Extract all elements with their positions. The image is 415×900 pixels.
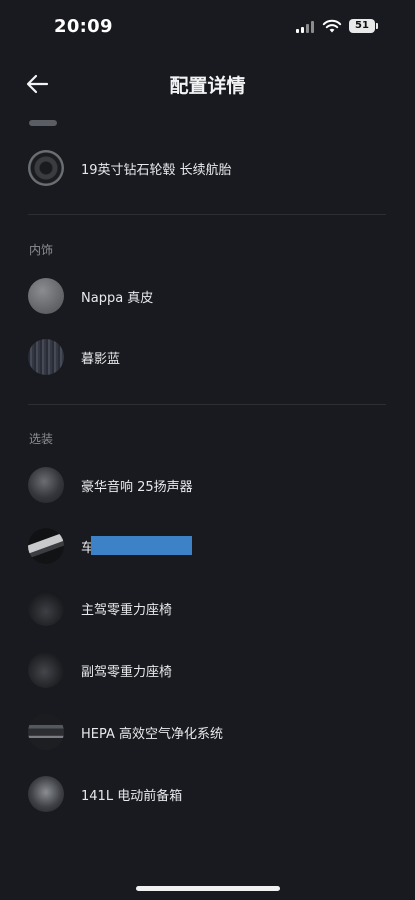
scrolled-item-remnant [29, 120, 57, 126]
wifi-icon [322, 19, 342, 33]
config-item-audio: 豪华音响 25扬声器 [28, 467, 388, 505]
frunk-thumbnail [28, 776, 64, 812]
battery-icon: 51 [349, 19, 378, 33]
config-item-label: 19英寸钻石轮毂 长续航胎 [81, 163, 232, 178]
trim-swatch [28, 339, 64, 375]
config-item-passenger-seat: 副驾零重力座椅 [28, 652, 388, 690]
config-item-label: 主驾零重力座椅 [81, 603, 173, 618]
config-item-label: HEPA 高效空气净化系统 [81, 727, 224, 742]
filter-thumbnail [28, 714, 64, 750]
leather-swatch [28, 278, 64, 314]
divider [28, 404, 386, 405]
navigation-bar: 配置详情 [0, 64, 415, 104]
config-item-label: 副驾零重力座椅 [81, 665, 173, 680]
config-item-frunk: 141L 电动前备箱 [28, 776, 388, 814]
status-time: 20:09 [54, 16, 113, 37]
config-item-redacted: 车 [28, 528, 388, 566]
cellular-signal-icon [296, 21, 314, 33]
wheel-thumbnail [28, 150, 64, 186]
divider [28, 214, 386, 215]
option-thumbnail [28, 528, 64, 564]
home-indicator[interactable] [136, 886, 280, 891]
section-title-options: 选装 [29, 432, 54, 446]
config-item-wheel: 19英寸钻石轮毂 长续航胎 [28, 150, 388, 188]
config-item-driver-seat: 主驾零重力座椅 [28, 590, 388, 628]
config-item-label: Nappa 真皮 [81, 291, 154, 306]
config-item-dusk-blue: 暮影蓝 [28, 339, 388, 377]
seat-thumbnail [28, 652, 64, 688]
section-title-interior: 内饰 [29, 243, 54, 257]
status-bar: 20:09 51 [0, 0, 415, 56]
audio-thumbnail [28, 467, 64, 503]
config-item-label: 暮影蓝 [81, 352, 121, 367]
seat-thumbnail [28, 590, 64, 626]
config-item-hepa: HEPA 高效空气净化系统 [28, 714, 388, 752]
page-title: 配置详情 [169, 75, 246, 97]
config-item-label: 豪华音响 25扬声器 [81, 480, 193, 495]
redaction-block [91, 536, 192, 555]
config-item-nappa: Nappa 真皮 [28, 278, 388, 316]
config-item-label: 141L 电动前备箱 [81, 789, 183, 804]
